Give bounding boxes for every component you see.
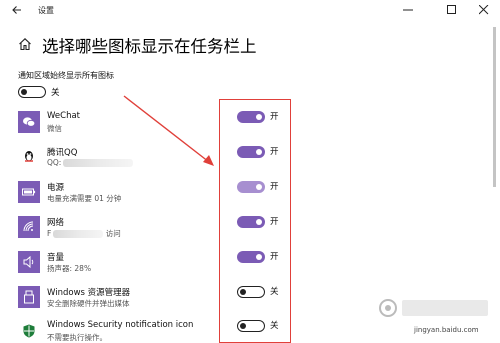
usb-icon [18, 286, 40, 308]
toggle-state-label: 开 [270, 217, 279, 227]
toggle-wechat[interactable] [237, 111, 265, 123]
wifi-icon [18, 216, 40, 238]
item-name: Windows Security notification icon [47, 320, 194, 330]
item-detail: QQ: [47, 158, 134, 167]
toggle-state-label: 关 [270, 287, 279, 297]
item-name: 音量 [47, 253, 65, 263]
shield-icon [18, 320, 40, 342]
toggle-network[interactable] [237, 216, 265, 228]
item-detail: 微信 [47, 124, 62, 133]
item-name: Windows 资源管理器 [47, 288, 131, 298]
toggle-power[interactable] [237, 181, 265, 193]
battery-icon [18, 181, 40, 203]
speaker-icon [18, 251, 40, 273]
item-name: 腾讯QQ [47, 148, 78, 158]
toggle-state-label: 开 [270, 147, 279, 157]
item-detail: 电量充满需要 01 分钟 [47, 194, 122, 203]
item-name: WeChat [47, 111, 80, 121]
watermark-text: jingyan.baidu.com [414, 326, 479, 334]
toggle-state-label: 关 [270, 321, 279, 331]
item-detail: F 访问 [47, 229, 121, 238]
wechat-icon [18, 111, 40, 133]
toggle-explorer[interactable] [237, 286, 265, 298]
item-detail: 安全删除硬件并弹出媒体 [47, 299, 130, 308]
toggle-state-label: 开 [270, 112, 279, 122]
toggle-state-label: 开 [270, 182, 279, 192]
item-detail: 不需要执行操作。 [47, 333, 107, 342]
toggle-state-label: 开 [270, 252, 279, 262]
scrollbar-thumb[interactable] [493, 27, 496, 187]
item-detail: 扬声器: 28% [47, 264, 92, 273]
qq-icon [18, 146, 40, 168]
toggle-security[interactable] [237, 320, 265, 332]
item-name: 网络 [47, 218, 65, 228]
toggle-volume[interactable] [237, 251, 265, 263]
toggle-qq[interactable] [237, 146, 265, 158]
item-name: 电源 [47, 183, 65, 193]
